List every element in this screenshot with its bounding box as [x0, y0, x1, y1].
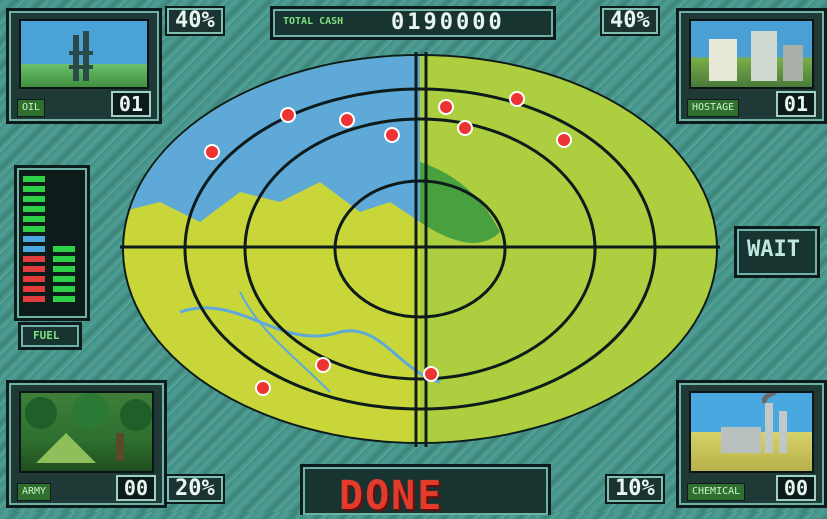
chemical-count: 00 [775, 475, 816, 501]
target-marker[interactable] [204, 144, 220, 160]
target-marker[interactable] [438, 99, 454, 115]
factory-icon [721, 393, 787, 453]
army-panel[interactable]: ARMY 00 [6, 380, 167, 508]
bottom-right-percent: 10% [605, 474, 665, 504]
bottom-left-percent: 20% [165, 474, 225, 504]
army-count: 00 [115, 475, 156, 501]
fuel-gauge [14, 165, 90, 321]
hostage-count: 01 [775, 91, 816, 117]
wait-button[interactable]: WAIT [734, 226, 820, 278]
fuel-bars [23, 176, 75, 302]
total-cash-value: 0190000 [391, 10, 505, 35]
target-marker[interactable] [423, 366, 439, 382]
done-button[interactable]: DONE [300, 464, 551, 519]
oil-label: OIL [17, 99, 46, 117]
total-cash-panel: TOTAL CASH 0190000 [270, 6, 556, 40]
target-marker[interactable] [255, 380, 271, 396]
top-left-percent: 40% [165, 6, 225, 36]
fuel-label: FUEL [33, 329, 60, 342]
done-label: DONE [339, 473, 444, 519]
fuel-label-box: FUEL [18, 322, 82, 350]
target-marker[interactable] [509, 91, 525, 107]
total-cash-label: TOTAL CASH [283, 16, 344, 27]
top-right-percent: 40% [600, 6, 660, 36]
wait-label: WAIT [747, 237, 800, 262]
chemical-thumbnail [689, 391, 814, 473]
target-marker[interactable] [315, 357, 331, 373]
world-radar-map[interactable] [120, 52, 720, 447]
chemical-panel[interactable]: CHEMICAL 00 [676, 380, 827, 508]
army-label: ARMY [17, 483, 52, 501]
target-marker[interactable] [339, 112, 355, 128]
army-thumbnail [19, 391, 154, 473]
target-marker[interactable] [280, 107, 296, 123]
chemical-label: CHEMICAL [687, 483, 746, 501]
target-marker[interactable] [556, 132, 572, 148]
jungle-icon [25, 393, 152, 463]
target-marker[interactable] [457, 120, 473, 136]
target-marker[interactable] [384, 127, 400, 143]
